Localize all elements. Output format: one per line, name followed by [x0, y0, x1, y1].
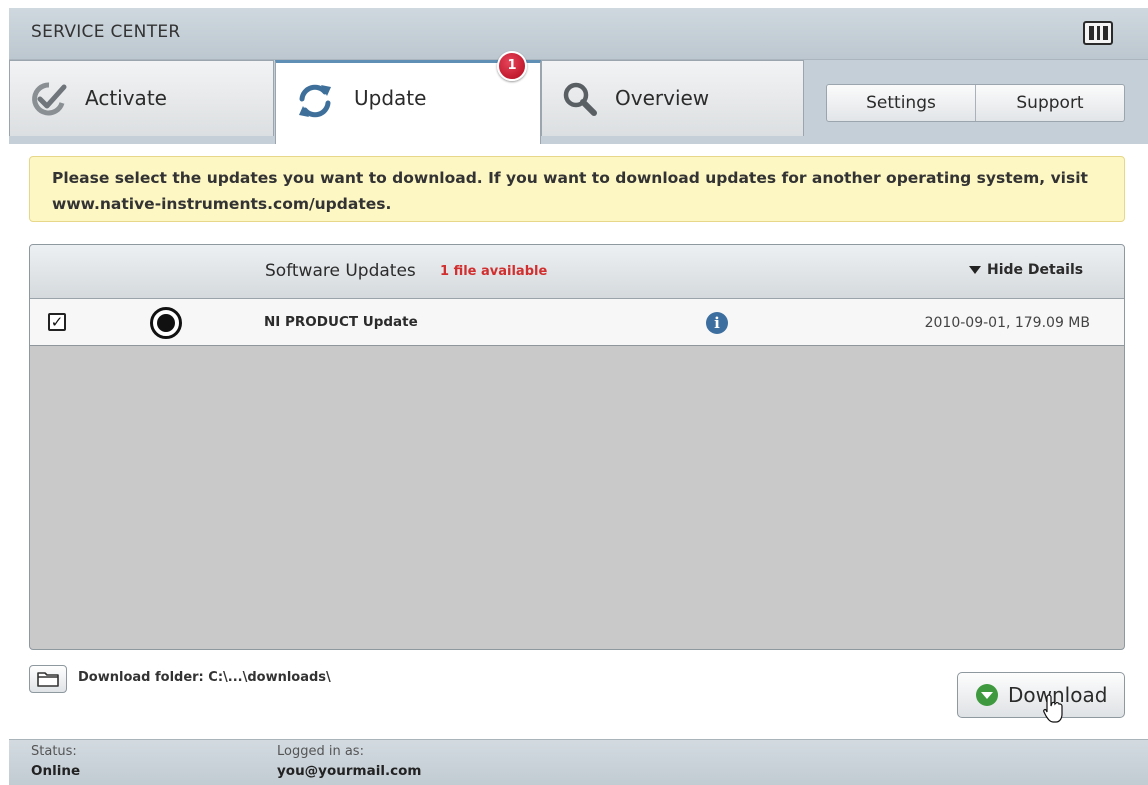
update-checkbox[interactable]: ✓ [48, 313, 66, 331]
table-row[interactable]: ✓ NI PRODUCT Update i 2010-09-01, 179.09… [30, 299, 1124, 346]
files-available-count: 1 file available [440, 264, 548, 279]
download-button[interactable]: Download [957, 672, 1125, 718]
hide-details-label: Hide Details [987, 262, 1084, 278]
folder-icon [37, 672, 59, 687]
download-folder-path: Download folder: C:\...\downloads\ [78, 670, 331, 685]
title-bar: SERVICE CENTER [9, 8, 1148, 60]
update-name: NI PRODUCT Update [264, 314, 418, 330]
support-button[interactable]: Support [975, 85, 1124, 121]
status-value: Online [31, 763, 81, 779]
download-arrow-icon [976, 684, 998, 706]
product-icon [150, 307, 182, 339]
magnifier-icon [563, 82, 597, 116]
settings-button[interactable]: Settings [827, 85, 975, 121]
triangle-down-icon [969, 266, 981, 274]
notice-line-1: Please select the updates you want to do… [52, 169, 1088, 187]
checkmark-badge-icon [32, 82, 67, 116]
mouse-cursor-icon [1043, 694, 1063, 723]
tab-overview[interactable]: Overview [541, 60, 804, 136]
refresh-icon [299, 84, 331, 118]
instruction-notice: Please select the updates you want to do… [29, 156, 1125, 222]
hide-details-toggle[interactable]: Hide Details [969, 262, 1083, 278]
ni-logo [1083, 21, 1113, 45]
software-updates-panel: Software Updates 1 file available Hide D… [29, 244, 1125, 650]
panel-title: Software Updates [265, 261, 416, 281]
notice-line-2: www.native-instruments.com/updates. [52, 195, 392, 213]
logged-in-email: you@yourmail.com [277, 763, 422, 779]
service-center-window: SERVICE CENTER Activate Update Overview … [9, 8, 1148, 785]
tab-update-label: Update [354, 86, 427, 110]
logged-in-label: Logged in as: [277, 744, 364, 759]
update-count-badge: 1 [497, 51, 527, 81]
status-bar: Status: Online Logged in as: you@yourmai… [9, 739, 1148, 785]
app-title: SERVICE CENTER [31, 22, 181, 42]
panel-header: Software Updates 1 file available Hide D… [30, 245, 1124, 299]
choose-folder-button[interactable] [29, 665, 67, 693]
update-date-size: 2010-09-01, 179.09 MB [924, 315, 1090, 331]
status-label: Status: [31, 744, 77, 759]
tab-strip: Activate Update Overview Settings Suppor… [9, 60, 1148, 144]
tab-activate-label: Activate [85, 86, 167, 110]
tab-overview-label: Overview [615, 86, 710, 110]
header-button-group: Settings Support [826, 84, 1125, 122]
info-icon[interactable]: i [706, 312, 728, 334]
tab-activate[interactable]: Activate [9, 60, 274, 136]
